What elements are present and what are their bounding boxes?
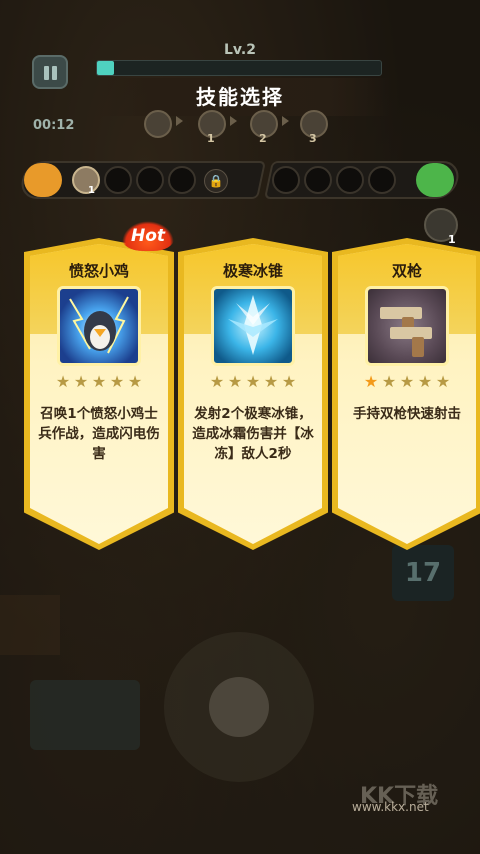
skill-card-angry-chicken[interactable]: 愤怒小鸡 ★ ★ ★ ★ ★ 召唤1个愤怒小鸡士兵作战，造成闪电伤害: [24, 238, 174, 550]
star-icon: ★: [245, 372, 261, 391]
skill-card-frost-spike[interactable]: 极寒冰锥 ★ ★ ★ ★ ★ 发射2个极寒冰锥，造成冰霜伤害并【冰冻】敌人2秒: [178, 238, 328, 550]
card-title: 愤怒小鸡: [68, 262, 129, 280]
card-description: 手持双枪快速射击: [353, 406, 461, 422]
arrow-icon: [176, 116, 183, 126]
hot-badge: Hot: [122, 221, 174, 251]
hot-label: Hot: [130, 226, 166, 246]
star-icon: ★: [127, 372, 143, 391]
skill-slot-bar: 1 🔒: [17, 161, 463, 199]
lock-icon: 🔒: [204, 169, 228, 193]
card-description: 发射2个极寒冰锥，造成冰霜伤害并【冰冻】敌人2秒: [192, 406, 314, 462]
passive-slot: [272, 166, 300, 194]
arrow-icon: [282, 116, 289, 126]
star-icon: ★: [399, 372, 415, 391]
star-icon: ★: [55, 372, 71, 391]
star-icon: ★: [209, 372, 225, 391]
star-rating: ★ ★ ★ ★ ★: [178, 372, 328, 391]
watermark-url: www.kkx.net: [352, 800, 429, 814]
passive-slot: [304, 166, 332, 194]
star-icon: ★: [109, 372, 125, 391]
star-icon: ★: [263, 372, 279, 391]
ice-crystal-icon: [211, 286, 295, 366]
weapon-slot: [136, 166, 164, 194]
path-node-number: 3: [309, 132, 317, 145]
pause-button[interactable]: [32, 55, 68, 89]
level-label: Lv.2: [224, 42, 256, 58]
xp-bar: [96, 60, 382, 76]
card-description: 召唤1个愤怒小鸡士兵作战，造成闪电伤害: [38, 406, 160, 462]
star-icon: ★: [73, 372, 89, 391]
star-icon: ★: [227, 372, 243, 391]
weapon-slot: [168, 166, 196, 194]
card-title: 极寒冰锥: [222, 262, 283, 280]
star-icon: ★: [363, 372, 379, 391]
sword-icon: [24, 163, 62, 197]
card-title: 双枪: [391, 262, 422, 280]
star-icon: ★: [417, 372, 433, 391]
weapon-slot: [104, 166, 132, 194]
sword-icon: [144, 110, 172, 138]
star-rating: ★ ★ ★ ★ ★: [24, 372, 174, 391]
timer: 00:12: [33, 118, 75, 133]
angry-chicken-icon: [57, 286, 141, 366]
arrow-icon: [230, 116, 237, 126]
dual-pistols-icon: [365, 286, 449, 366]
star-icon: ★: [281, 372, 297, 391]
passive-slot: [368, 166, 396, 194]
xp-fill: [97, 61, 115, 75]
passive-slot: [336, 166, 364, 194]
slot-count: 1: [88, 185, 95, 196]
star-icon: ★: [435, 372, 451, 391]
skill-path: 1 2 3: [140, 108, 340, 145]
star-icon: ★: [381, 372, 397, 391]
star-icon: ★: [91, 372, 107, 391]
star-rating: ★ ★ ★ ★ ★: [332, 372, 480, 391]
shield-icon: [416, 163, 454, 197]
weapon-slot-filled: [72, 166, 100, 194]
path-node-number: 2: [259, 132, 267, 145]
skill-card-dual-pistols[interactable]: 双枪 ★ ★ ★ ★ ★ 手持双枪快速射击: [332, 238, 480, 550]
path-node-number: 1: [207, 132, 215, 145]
